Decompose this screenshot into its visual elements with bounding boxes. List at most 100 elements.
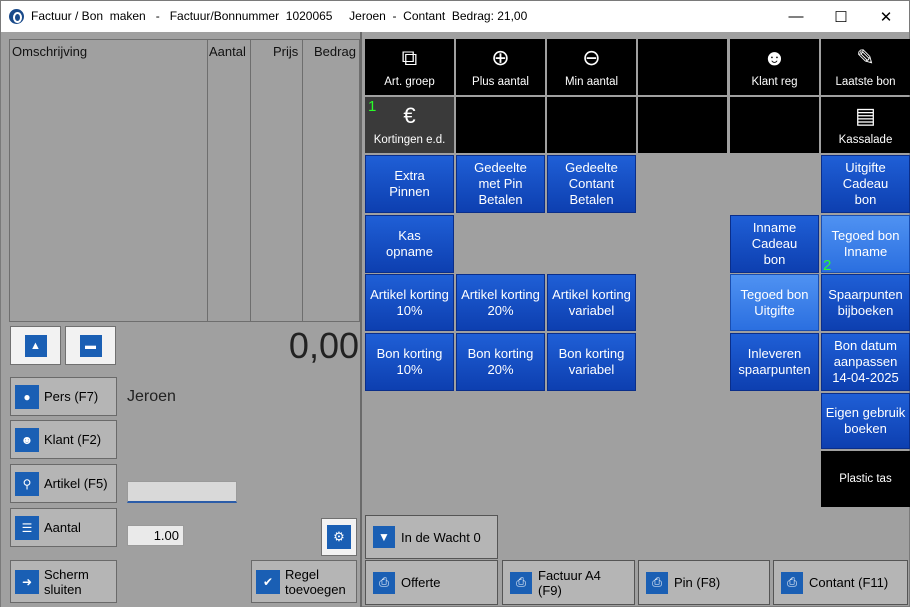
art-korting-20-line-2: 20% [487, 302, 514, 318]
empty-tile[interactable] [456, 97, 545, 153]
artikel-korting-20-tile[interactable]: Artikel korting 20% [456, 274, 545, 331]
quantity-field[interactable]: 1.00 [127, 525, 184, 546]
artikel-korting-10-tile[interactable]: Artikel korting 10% [365, 274, 454, 331]
klant-reg-tile[interactable]: ☻ Klant reg [730, 39, 819, 95]
move-up-button[interactable]: ▲ [10, 326, 61, 365]
pers-label: Pers (F7) [44, 389, 99, 404]
pin-button[interactable]: ⎙ Pin (F8) [638, 560, 770, 605]
empty-tile[interactable] [547, 97, 636, 153]
art-korting-10-line-1: Artikel korting [370, 286, 449, 302]
list-icon: ☰ [15, 515, 39, 540]
klant-button[interactable]: ☻ Klant (F2) [10, 420, 117, 459]
bon-datum-aanpassen-tile[interactable]: Bon datum aanpassen 14-04-2025 [821, 333, 910, 391]
uitgifte-cadeaubon-tile[interactable]: Uitgifte Cadeau bon [821, 155, 910, 213]
drawer-icon: ▤ [855, 103, 876, 128]
eigen-gebruik-line-1: Eigen gebruik [825, 405, 906, 420]
bon-korting-var-line-1: Bon korting [558, 346, 625, 361]
column-header-prijs[interactable]: Prijs [273, 44, 298, 59]
min-aantal-tile[interactable]: ⊖ Min aantal [547, 39, 636, 95]
gedeelte-pin-tile[interactable]: Gedeelte met Pin Betalen [456, 155, 545, 213]
search-icon: ⚲ [15, 471, 39, 496]
factuur-line-1: Factuur A4 [538, 567, 601, 583]
kas-opname-tile[interactable]: Kas opname [365, 215, 454, 273]
app-logo-icon [9, 9, 24, 24]
scherm-sluiten-label: Scherm sluiten [44, 567, 89, 597]
tegoedbon-inname-tile[interactable]: Tegoed bon Inname [821, 215, 910, 273]
uitgifte-cadeau-line-3: bon [854, 192, 877, 207]
kassalade-tile[interactable]: ▤ Kassalade [821, 97, 910, 153]
bon-datum-line-2: aanpassen [833, 354, 898, 369]
scherm-sluiten-button[interactable]: ➜ Scherm sluiten [10, 560, 117, 603]
tegoed-inname-line-2: Inname [843, 244, 888, 259]
tegoedbon-uitgifte-tile[interactable]: Tegoed bon Uitgifte [730, 274, 819, 331]
bon-datum-line-3: 14-04-2025 [832, 370, 899, 385]
bon-korting-10-line-2: 10% [396, 362, 423, 377]
aantal-button[interactable]: ☰ Aantal [10, 508, 117, 547]
printer-icon: ⎙ [373, 571, 395, 594]
regel-line-2: toevoegen [285, 581, 346, 597]
artikel-button[interactable]: ⚲ Artikel (F5) [10, 464, 117, 503]
seller-name: Jeroen [127, 388, 176, 405]
close-button[interactable]: ✕ [863, 1, 909, 32]
uitgifte-cadeau-line-2: Cadeau [842, 176, 889, 191]
in-de-wacht-button[interactable]: ▼ In de Wacht 0 [365, 515, 498, 559]
offerte-button[interactable]: ⎙ Offerte [365, 560, 498, 605]
column-divider [250, 40, 251, 321]
minimize-button[interactable]: — [773, 1, 819, 32]
bon-korting-variabel-tile[interactable]: Bon korting variabel [547, 333, 636, 391]
invoice-lines-grid[interactable]: Omschrijving Aantal Prijs Bedrag [9, 39, 360, 322]
empty-tile[interactable] [730, 97, 819, 153]
minus-circle-icon: ⊖ [582, 45, 601, 70]
empty-tile[interactable] [638, 39, 727, 95]
gedeelte-contant-tile[interactable]: Gedeelte Contant Betalen [547, 155, 636, 213]
uitgifte-cadeau-line-1: Uitgifte [845, 160, 886, 175]
maximize-button[interactable]: ☐ [818, 1, 864, 32]
factuur-a4-button[interactable]: ⎙ Factuur A4 (F9) [502, 560, 635, 605]
bon-datum-line-1: Bon datum [834, 338, 897, 353]
regel-toevoegen-button[interactable]: ✔ Regel toevoegen [251, 560, 357, 603]
bon-korting-var-line-2: variabel [568, 362, 615, 377]
person-icon: ● [15, 384, 39, 409]
remove-line-button[interactable]: ▬ [65, 326, 116, 365]
extra-pinnen-line-1: Extra [394, 168, 425, 183]
art-groep-tile[interactable]: ⧉ Art. groep [365, 39, 454, 95]
inleveren-line-2: spaarpunten [738, 362, 811, 377]
column-header-aantal[interactable]: Aantal [209, 44, 246, 59]
eigen-gebruik-tile[interactable]: Eigen gebruik boeken [821, 393, 910, 449]
total-amount: 0,00 [288, 325, 359, 366]
gedeelte-pin-line-2: met Pin [478, 176, 523, 191]
artikel-korting-variabel-tile[interactable]: Artikel korting variabel [547, 274, 636, 331]
boxes-icon: ⧉ [401, 45, 418, 70]
checkmark-icon: ✔ [256, 569, 280, 594]
gedeelte-pin-line-3: Betalen [478, 192, 523, 207]
bon-korting-20-line-1: Bon korting [467, 346, 534, 361]
laatste-bon-label: Laatste bon [835, 76, 896, 88]
factuur-a4-label: Factuur A4 (F9) [538, 568, 601, 598]
kortingen-tile[interactable]: € Kortingen e.d. [365, 97, 454, 153]
column-header-bedrag[interactable]: Bedrag [314, 44, 356, 59]
plus-aantal-tile[interactable]: ⊕ Plus aantal [456, 39, 545, 95]
inleveren-spaarpunten-tile[interactable]: Inleveren spaarpunten [730, 333, 819, 391]
plastic-tas-tile[interactable]: Plastic tas [821, 451, 910, 507]
laatste-bon-tile[interactable]: ✎ Laatste bon [821, 39, 910, 95]
art-korting-var-line-2: variabel [568, 302, 615, 318]
triangle-up-icon: ▲ [24, 334, 47, 357]
article-input[interactable] [127, 481, 237, 503]
column-divider [302, 40, 303, 321]
contant-button[interactable]: ⎙ Contant (F11) [773, 560, 908, 605]
extra-pinnen-tile[interactable]: Extra Pinnen [365, 155, 454, 213]
printer-icon: ⎙ [781, 571, 803, 594]
bon-korting-10-tile[interactable]: Bon korting 10% [365, 333, 454, 391]
pers-button[interactable]: ● Pers (F7) [10, 377, 117, 416]
spaarpunten-bijboeken-tile[interactable]: Spaarpunten bijboeken [821, 274, 910, 331]
in-de-wacht-label: In de Wacht 0 [401, 529, 481, 545]
settings-button[interactable]: ⚙ [321, 518, 357, 556]
column-header-omschrijving[interactable]: Omschrijving [12, 44, 87, 59]
bon-korting-20-tile[interactable]: Bon korting 20% [456, 333, 545, 391]
tegoed-uitgifte-line-1: Tegoed bon [740, 286, 809, 302]
shortcut-tag-2: 2 [823, 257, 832, 274]
plus-aantal-label: Plus aantal [472, 76, 529, 88]
printer-icon: ⎙ [646, 571, 668, 594]
empty-tile[interactable] [638, 97, 727, 153]
inname-cadeaubon-tile[interactable]: Inname Cadeau bon [730, 215, 819, 273]
